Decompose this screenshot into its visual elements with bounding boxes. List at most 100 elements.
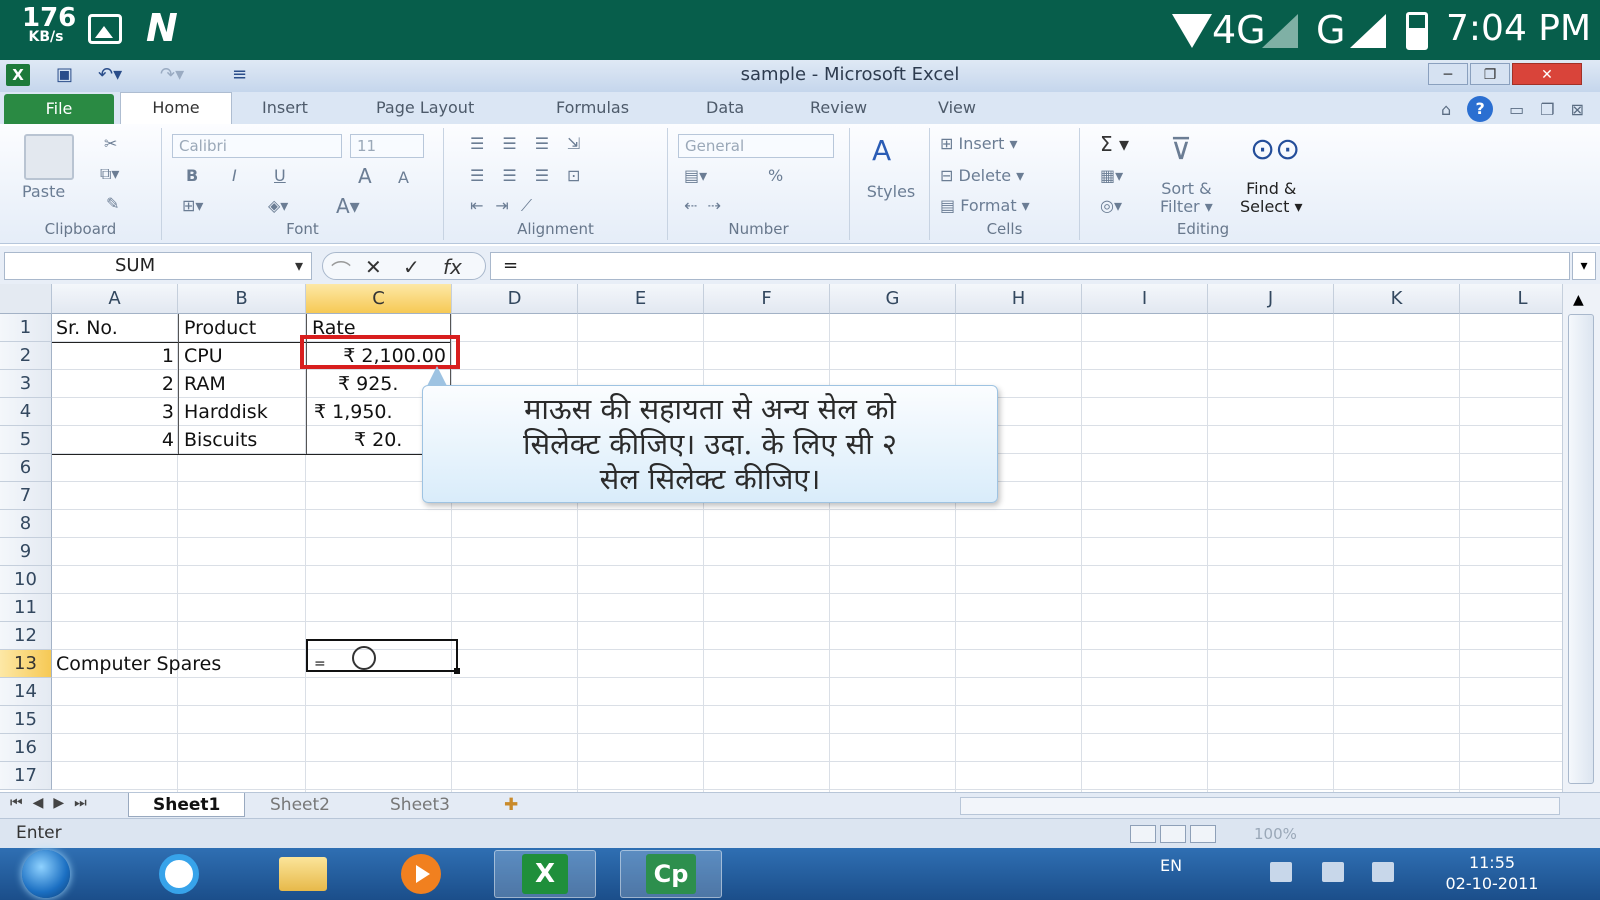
column-header-e[interactable]: E [578,284,704,314]
column-header-c[interactable]: C [306,284,452,314]
column-header-l[interactable]: L [1460,284,1562,314]
cell-a4[interactable]: 3 [56,398,174,426]
font-color-icon[interactable]: A▾ [336,194,360,218]
captivate-taskbar-button[interactable]: Cp [620,850,722,898]
column-header-d[interactable]: D [452,284,578,314]
row-header-2[interactable]: 2 [0,342,52,370]
paste-button[interactable]: Paste [22,182,65,201]
network-tray-icon[interactable] [1322,862,1344,882]
page-break-view-icon[interactable] [1190,825,1216,843]
action-center-icon[interactable] [1270,862,1292,882]
enter-icon[interactable]: ✓ [403,255,420,279]
tab-file[interactable]: File [4,94,114,124]
vertical-scrollbar[interactable]: ▲ [1562,284,1600,792]
fill-color-icon[interactable]: ◈▾ [268,196,288,215]
insert-sheet-icon[interactable]: ✚ [494,793,528,817]
doc-restore-icon[interactable]: ❐ [1540,100,1554,119]
cell-a5[interactable]: 4 [56,426,174,454]
shrink-font-icon[interactable]: A [398,168,409,187]
format-cells-button[interactable]: ▤ Format ▾ [940,196,1030,215]
borders-icon[interactable]: ⊞▾ [182,196,203,215]
tab-view[interactable]: View [938,98,976,117]
normal-view-icon[interactable] [1130,825,1156,843]
clear-icon[interactable]: ◎▾ [1100,196,1122,215]
select-all-corner[interactable] [0,284,52,314]
styles-icon[interactable]: A [872,134,891,167]
insert-function-icon[interactable]: fx [443,255,462,279]
accounting-format-icon[interactable]: ▤▾ [684,166,707,185]
sort-filter-icon[interactable]: ⊽ [1170,132,1192,167]
underline-button[interactable]: U [274,166,286,185]
cancel-icon[interactable]: ✕ [365,255,382,279]
internet-explorer-button[interactable] [128,850,230,898]
row-header-10[interactable]: 10 [0,566,52,594]
tab-data[interactable]: Data [706,98,744,117]
media-player-button[interactable] [370,850,472,898]
tab-page-layout[interactable]: Page Layout [376,98,474,117]
cell-b2[interactable]: CPU [184,342,223,370]
sheet-tab-1[interactable]: Sheet1 [128,793,246,817]
column-header-g[interactable]: G [830,284,956,314]
formula-input[interactable]: = [490,252,1570,280]
minimize-ribbon-icon[interactable]: ⌂ [1441,100,1451,119]
cell-b4[interactable]: Harddisk [184,398,268,426]
page-layout-view-icon[interactable] [1160,825,1186,843]
name-box[interactable]: SUM [4,252,312,280]
cell-a1[interactable]: Sr. No. [56,314,118,342]
row-header-6[interactable]: 6 [0,454,52,482]
styles-button[interactable]: Styles [856,182,926,201]
horizontal-align-icons[interactable]: ☰☰☰⊡ [470,166,598,185]
sheet-tab-2[interactable]: Sheet2 [246,793,354,817]
column-header-a[interactable]: A [52,284,178,314]
cell-b3[interactable]: RAM [184,370,226,398]
language-indicator[interactable]: EN [1160,856,1182,875]
row-header-5[interactable]: 5 [0,426,52,454]
insert-cells-button[interactable]: ⊞ Insert ▾ [940,134,1018,153]
bold-button[interactable]: B [186,166,198,185]
horizontal-scrollbar[interactable] [960,797,1560,815]
column-header-i[interactable]: I [1082,284,1208,314]
tab-home[interactable]: Home [120,92,232,124]
row-header-8[interactable]: 8 [0,510,52,538]
cell-b5[interactable]: Biscuits [184,426,257,454]
column-header-h[interactable]: H [956,284,1082,314]
start-orb-icon[interactable] [22,850,70,898]
cell-c4[interactable]: ₹ 1,950. [314,398,393,426]
doc-close-icon[interactable]: ⊠ [1571,100,1584,119]
row-header-12[interactable]: 12 [0,622,52,650]
paste-icon[interactable] [24,134,74,180]
font-size-combo[interactable]: 11 [350,134,424,158]
excel-taskbar-button[interactable]: X [494,850,596,898]
tab-review[interactable]: Review [810,98,867,117]
row-header-16[interactable]: 16 [0,734,52,762]
scroll-up-icon[interactable]: ▲ [1573,292,1584,308]
file-explorer-button[interactable] [252,850,354,898]
collapse-icon[interactable]: ⌒ [331,255,351,284]
expand-formula-icon[interactable]: ▾ [1572,252,1596,280]
worksheet-grid[interactable]: ABCDEFGHIJKL 1 2 3 4 5 6 7 8 9 10 11 12 13 14 15 16 17 S… [0,284,1562,792]
decimal-icons[interactable]: ⇠⇢ [684,196,731,215]
scroll-thumb[interactable] [1568,314,1594,784]
restore-button[interactable]: ❐ [1470,63,1510,85]
percent-button[interactable]: % [768,166,783,185]
active-cell-c13[interactable] [306,639,460,674]
fill-icon[interactable]: ▦▾ [1100,166,1123,185]
row-header-4[interactable]: 4 [0,398,52,426]
cell-b1[interactable]: Product [184,314,256,342]
row-header-13[interactable]: 13 [0,650,52,678]
taskbar-clock[interactable]: 11:55 02-10-2011 [1432,852,1552,894]
zoom-level[interactable]: 100% [1254,825,1297,843]
grow-font-icon[interactable]: A [358,164,372,188]
close-button[interactable]: ✕ [1512,63,1582,85]
minimize-button[interactable]: ─ [1428,63,1468,85]
row-header-9[interactable]: 9 [0,538,52,566]
font-name-combo[interactable]: Calibri [172,134,342,158]
number-format-combo[interactable]: General [678,134,834,158]
cell-a13[interactable]: Computer Spares [56,650,221,678]
sheet-tab-3[interactable]: Sheet3 [366,793,474,817]
cell-c3[interactable]: ₹ 925. [338,370,398,398]
doc-minimize-icon[interactable]: ▭ [1509,100,1524,119]
row-header-14[interactable]: 14 [0,678,52,706]
tab-formulas[interactable]: Formulas [556,98,629,117]
row-header-3[interactable]: 3 [0,370,52,398]
